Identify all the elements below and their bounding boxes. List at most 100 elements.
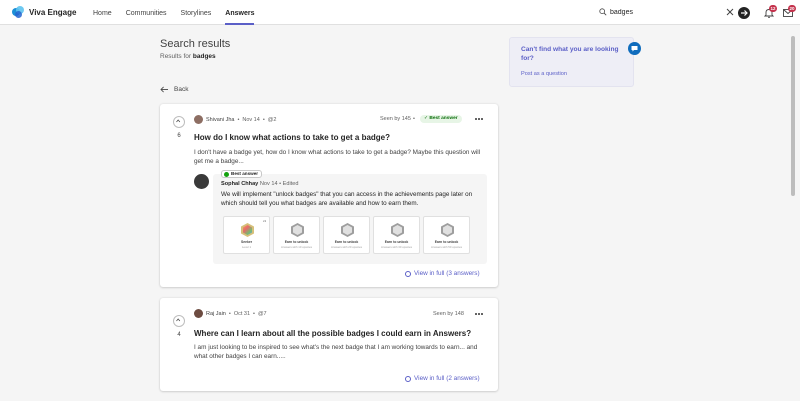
- answer-date: Nov 14: [259, 181, 278, 187]
- chat-bubble-icon: [631, 46, 638, 52]
- upvote-control: 4: [173, 315, 185, 338]
- upvote-button[interactable]: [173, 315, 185, 327]
- view-in-full-link[interactable]: View in full (3 answers): [405, 270, 480, 277]
- badge-icon: [241, 223, 254, 237]
- post-date: Oct 31: [233, 310, 251, 317]
- results-for-text: Results for badges: [160, 53, 216, 60]
- results-for-label: Results for: [160, 53, 192, 60]
- arrow-left-icon: [160, 86, 168, 93]
- badge-label: Earn to unlock: [384, 240, 409, 244]
- locked-badge-icon: [291, 223, 304, 237]
- badge-sub: Answers with 20 upvotes: [331, 245, 362, 249]
- question-title[interactable]: Where can I learn about all the possible…: [194, 329, 471, 338]
- badge-gallery: x3 Seeker Level 1 Earn to unlock Answers…: [223, 216, 470, 254]
- view-icon: [405, 375, 411, 382]
- badge-label: Earn to unlock: [284, 240, 309, 244]
- badge-label: Earn to unlock: [434, 240, 459, 244]
- best-answer-tag-label: Best answer: [231, 171, 259, 176]
- search-submit-button[interactable]: [738, 7, 750, 19]
- scrollbar-thumb[interactable]: [791, 36, 795, 196]
- locked-badge-icon: [441, 223, 454, 237]
- top-bar: Viva Engage Home Communities Storylines …: [0, 0, 800, 25]
- badge-sub: Answers with 30 upvotes: [381, 245, 412, 249]
- viva-engage-logo-icon: [12, 6, 24, 18]
- vote-count: 6: [177, 133, 181, 139]
- answer-author-name[interactable]: Sophal Chhay: [221, 181, 258, 187]
- mail-count-badge: 20: [788, 5, 796, 12]
- arrow-right-icon: [741, 10, 748, 16]
- author-name[interactable]: Raj Jain: [206, 311, 226, 317]
- upvote-arrow-icon: [176, 318, 181, 322]
- seen-by-count: Seen by 145: [380, 116, 411, 122]
- nav-answers[interactable]: Answers: [218, 0, 261, 25]
- brand[interactable]: Viva Engage: [12, 6, 76, 18]
- edited-label: Edited: [282, 181, 299, 187]
- back-button[interactable]: Back: [160, 86, 188, 93]
- separator-dot: •: [237, 116, 240, 123]
- results-query: badges: [192, 53, 216, 60]
- author-name[interactable]: Shivani Jha: [206, 117, 234, 123]
- badge-sub: Level 1: [241, 245, 252, 249]
- upvote-arrow-icon: [176, 119, 181, 123]
- badge-label: Earn to unlock: [334, 240, 359, 244]
- checkmark-icon: [224, 171, 229, 177]
- brand-name: Viva Engage: [29, 7, 77, 17]
- locked-badge-icon: [341, 223, 354, 237]
- notification-count-badge: 12: [769, 5, 777, 12]
- page-title: Search results: [160, 38, 231, 50]
- close-icon[interactable]: [726, 8, 734, 16]
- post-author-row: Raj Jain • Oct 31 • @7: [194, 309, 267, 318]
- answer-text: We will implement "unlock badges" that y…: [221, 191, 473, 207]
- main-nav: Home Communities Storylines Answers: [86, 0, 261, 25]
- nav-communities[interactable]: Communities: [119, 0, 174, 25]
- question-body: I am just looking to be inspired to see …: [194, 344, 478, 360]
- badge-card[interactable]: Earn to unlock Answers with 30 upvotes: [373, 216, 420, 254]
- badge-card[interactable]: x3 Seeker Level 1: [223, 216, 270, 254]
- question-title[interactable]: How do I know what actions to take to ge…: [194, 133, 390, 142]
- separator-dot: •: [413, 116, 415, 122]
- badge-card[interactable]: Earn to unlock Answers with 10 upvotes: [273, 216, 320, 254]
- mentions-count: @2: [267, 116, 277, 123]
- post-author-row: Shivani Jha • Nov 14 • @2: [194, 115, 276, 124]
- search-icon: [599, 8, 607, 16]
- best-answer-label: Best answer: [429, 116, 458, 121]
- nav-storylines[interactable]: Storylines: [174, 0, 219, 25]
- badge-card[interactable]: Earn to unlock Answers with 50 upvotes: [423, 216, 470, 254]
- separator-dot: •: [228, 310, 231, 317]
- badge-corner-count: x3: [262, 219, 266, 223]
- badge-sub: Answers with 10 upvotes: [281, 245, 312, 249]
- more-options-icon[interactable]: [475, 118, 484, 122]
- post-date: Nov 14: [242, 116, 260, 123]
- mentions-count: @7: [257, 310, 267, 317]
- nav-home[interactable]: Home: [86, 0, 119, 25]
- best-answer-badge: ✓ Best answer: [420, 115, 462, 123]
- view-in-full-link[interactable]: View in full (2 answers): [405, 375, 480, 382]
- vote-count: 4: [177, 332, 181, 338]
- badge-label: Seeker: [240, 240, 253, 244]
- separator-dot: •: [253, 310, 255, 317]
- view-in-full-label: View in full (2 answers): [414, 375, 480, 382]
- badge-sub: Answers with 50 upvotes: [431, 245, 462, 249]
- upvote-button[interactable]: [173, 116, 185, 128]
- separator-dot: •: [262, 116, 265, 123]
- locked-badge-icon: [391, 223, 404, 237]
- avatar[interactable]: [194, 309, 203, 318]
- avatar[interactable]: [194, 115, 203, 124]
- answer-author-row: Sophal Chhay Nov 14 • Edited: [221, 181, 299, 187]
- upvote-control: 6: [173, 116, 185, 139]
- view-icon: [405, 270, 411, 277]
- best-answer-tag: Best answer: [221, 170, 263, 178]
- seen-by-count: Seen by 148: [433, 311, 464, 317]
- page-scrollbar[interactable]: [790, 26, 797, 401]
- post-as-question-link[interactable]: Post as a question: [521, 71, 567, 77]
- search-input[interactable]: [610, 6, 720, 19]
- question-bubble-icon: [628, 42, 641, 55]
- more-options-icon[interactable]: [475, 313, 484, 317]
- ask-question-title: Can't find what you are looking for?: [521, 46, 619, 62]
- question-body: I don't have a badge yet, how do I know …: [194, 149, 481, 165]
- ask-question-panel: Can't find what you are looking for? Pos…: [509, 37, 634, 87]
- view-in-full-label: View in full (3 answers): [414, 270, 480, 277]
- back-label: Back: [174, 86, 189, 93]
- avatar[interactable]: [194, 174, 209, 189]
- badge-card[interactable]: Earn to unlock Answers with 20 upvotes: [323, 216, 370, 254]
